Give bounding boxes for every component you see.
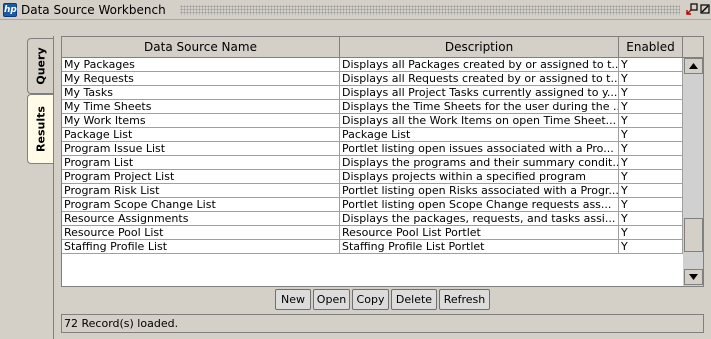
workbench-frame: Query Results Data Source Name Descripti… [0, 20, 711, 339]
description-cell: Package List [340, 128, 619, 142]
vertical-scrollbar[interactable] [683, 58, 703, 286]
data-source-name-cell: Staffing Profile List [62, 240, 340, 254]
enabled-cell: Y [619, 128, 683, 142]
column-header-data-source-name[interactable]: Data Source Name [62, 37, 340, 58]
hp-logo-icon: hp [3, 3, 17, 17]
arrow-up-icon [689, 63, 698, 69]
column-header-description[interactable]: Description [340, 37, 619, 58]
data-source-name-cell: Program Issue List [62, 142, 340, 156]
column-header-enabled[interactable]: Enabled [619, 37, 683, 58]
table-row[interactable]: My Packages Displays all Packages created… [62, 58, 683, 72]
maximize-window-icon[interactable] [700, 3, 711, 15]
table-row[interactable]: Program Project List Displays projects wi… [62, 170, 683, 184]
data-source-name-cell: Program Project List [62, 170, 340, 184]
description-cell: Portlet listing open Scope Change reques… [340, 198, 619, 212]
description-cell: Portlet listing open Risks associated wi… [342, 184, 619, 198]
enabled-cell: Y [619, 170, 683, 184]
enabled-cell: Y [619, 226, 683, 240]
enabled-cell: Y [619, 100, 683, 114]
tab-query[interactable]: Query [27, 38, 53, 94]
description-cell: Displays the programs and their summary … [342, 156, 619, 170]
description-cell: Displays all Requests created by or assi… [342, 72, 619, 86]
enabled-cell: Y [619, 198, 683, 212]
title-bar-grip[interactable] [180, 5, 680, 15]
window-title: Data Source Workbench [21, 3, 166, 17]
open-button[interactable]: Open [313, 289, 350, 310]
delete-button[interactable]: Delete [391, 289, 437, 310]
description-cell: Displays projects within a specified pro… [340, 170, 619, 184]
description-cell: Displays all Packages created by or assi… [342, 58, 619, 72]
data-source-name-cell: Program Scope Change List [62, 198, 340, 212]
scroll-down-button[interactable] [684, 269, 703, 285]
description-cell: Portlet listing open issues associated w… [340, 142, 619, 156]
data-source-name-cell: Program List [62, 156, 340, 170]
data-source-name-cell: My Time Sheets [62, 100, 340, 114]
data-source-name-cell: My Tasks [62, 86, 340, 100]
tab-results-label: Results [34, 106, 47, 152]
table-body: My Packages Displays all Packages created… [62, 58, 683, 254]
enabled-cell: Y [619, 58, 683, 72]
restore-window-icon[interactable] [686, 3, 698, 15]
enabled-cell: Y [619, 114, 683, 128]
enabled-cell: Y [619, 72, 683, 86]
description-cell: Resource Pool List Portlet [340, 226, 619, 240]
tab-query-label: Query [34, 47, 47, 85]
button-bar: New Open Copy Delete Refresh [54, 289, 711, 311]
description-cell: Staffing Profile List Portlet [340, 240, 619, 254]
enabled-cell: Y [619, 86, 683, 100]
table-row[interactable]: My Work Items Displays all the Work Items… [62, 114, 683, 128]
table-row[interactable]: Program Scope Change List Portlet listing… [62, 198, 683, 212]
table-row[interactable]: Resource Pool List Resource Pool List Por… [62, 226, 683, 240]
description-cell: Displays all Project Tasks currently ass… [342, 86, 619, 100]
results-panel: Data Source Name Description Enabled My … [53, 36, 711, 339]
table-row[interactable]: Resource Assignments Displays the package… [62, 212, 683, 226]
table-row[interactable]: Staffing Profile List Staffing Profile Li… [62, 240, 683, 254]
table-row[interactable]: Program List Displays the programs and th… [62, 156, 683, 170]
table-row[interactable]: Program Issue List Portlet listing open i… [62, 142, 683, 156]
data-source-name-cell: My Packages [62, 58, 340, 72]
enabled-cell: Y [619, 142, 683, 156]
enabled-cell: Y [619, 212, 683, 226]
status-bar: 72 Record(s) loaded. [61, 314, 704, 333]
table-row[interactable]: My Tasks Displays all Project Tasks curre… [62, 86, 683, 100]
description-cell: Displays the Time Sheets for the user du… [342, 100, 619, 114]
data-source-name-cell: Program Risk List [62, 184, 340, 198]
scroll-up-button[interactable] [684, 58, 703, 74]
window-title-bar: hp Data Source Workbench [0, 0, 711, 20]
tab-results[interactable]: Results [27, 94, 53, 164]
table-header-corner [683, 37, 703, 58]
enabled-cell: Y [619, 184, 683, 198]
new-button[interactable]: New [275, 289, 311, 310]
scrollbar-thumb[interactable] [684, 218, 703, 252]
table-row[interactable]: My Requests Displays all Requests created… [62, 72, 683, 86]
results-table: Data Source Name Description Enabled My … [61, 36, 704, 287]
data-source-name-cell: Package List [62, 128, 340, 142]
data-source-name-cell: My Requests [62, 72, 340, 86]
description-cell: Displays the packages, requests, and tas… [340, 212, 619, 226]
enabled-cell: Y [619, 156, 683, 170]
copy-button[interactable]: Copy [352, 289, 389, 310]
table-row[interactable]: Program Risk List Portlet listing open Ri… [62, 184, 683, 198]
description-cell: Displays all the Work Items on open Time… [340, 114, 619, 128]
data-source-name-cell: My Work Items [62, 114, 340, 128]
data-source-name-cell: Resource Pool List [62, 226, 340, 240]
data-source-name-cell: Resource Assignments [62, 212, 340, 226]
refresh-button[interactable]: Refresh [439, 289, 490, 310]
table-row[interactable]: Package List Package List Y [62, 128, 683, 142]
arrow-down-icon [689, 274, 698, 280]
enabled-cell: Y [619, 240, 683, 254]
table-row[interactable]: My Time Sheets Displays the Time Sheets f… [62, 100, 683, 114]
